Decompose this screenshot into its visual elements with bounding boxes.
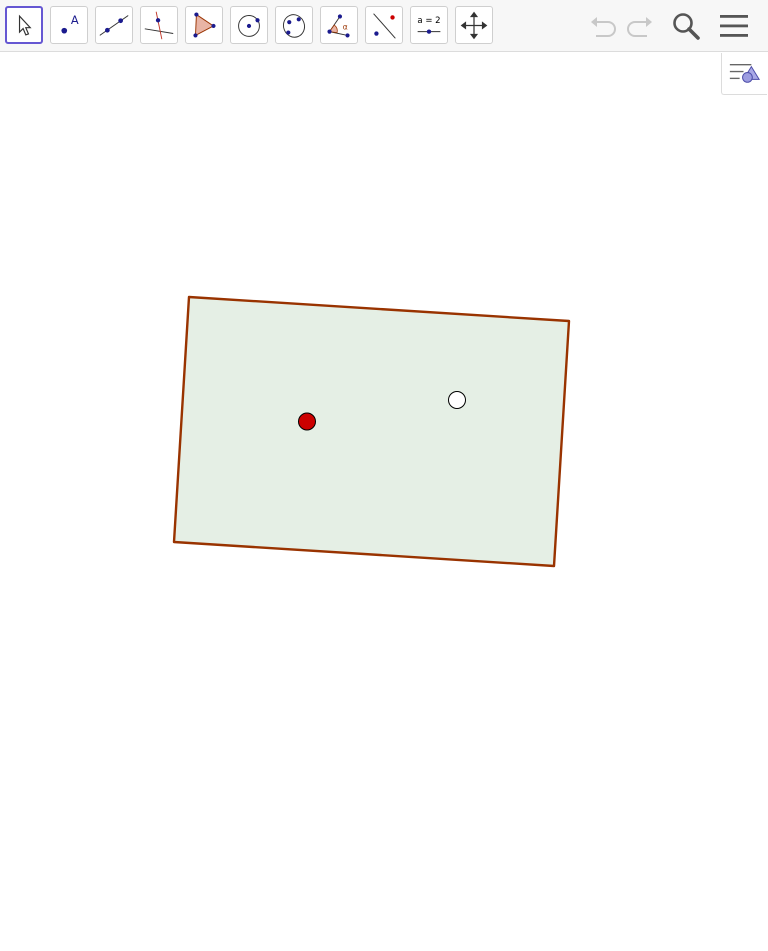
ellipse-icon [282,14,306,38]
point-tool-label: A [71,13,79,27]
hollow-point[interactable] [448,391,466,409]
red-point[interactable] [298,412,316,431]
redo-button[interactable] [622,8,658,44]
polygon-icon [193,12,216,38]
line-tool[interactable] [95,6,133,44]
rectangle-polygon[interactable] [172,295,571,568]
slider-tool-label: a = 2 [417,16,440,26]
ellipse-tool[interactable] [275,6,313,44]
search-icon [673,13,700,40]
undo-icon [591,17,616,37]
circle-tool[interactable] [230,6,268,44]
move-graphics-view-tool[interactable] [455,6,493,44]
point-tool[interactable]: A [50,6,88,44]
circle-center-point-icon [238,15,260,37]
slider-tool[interactable]: a = 2 [410,6,448,44]
polygon-tool[interactable] [185,6,223,44]
reflect-about-line-icon [373,13,396,39]
angle-tool-label: α [343,23,348,32]
move-tool[interactable] [5,6,43,44]
move-graphics-view-icon [460,11,488,40]
angle-tool[interactable]: α [320,6,358,44]
graphics-view[interactable] [0,53,768,951]
menu-icon [720,15,748,37]
angle-icon: α [327,14,350,38]
undo-button[interactable] [585,8,621,44]
search-button[interactable] [668,8,704,44]
line-through-points-icon [99,15,129,36]
perpendicular-line-tool[interactable] [140,6,178,44]
toolbar: A α a = 2 [0,0,768,52]
arrow-pointer-icon [18,14,32,36]
redo-icon [627,17,652,37]
point-icon: A [61,13,79,34]
reflect-tool[interactable] [365,6,403,44]
menu-button[interactable] [716,8,752,44]
slider-icon: a = 2 [417,16,441,34]
perpendicular-line-icon [144,11,174,40]
